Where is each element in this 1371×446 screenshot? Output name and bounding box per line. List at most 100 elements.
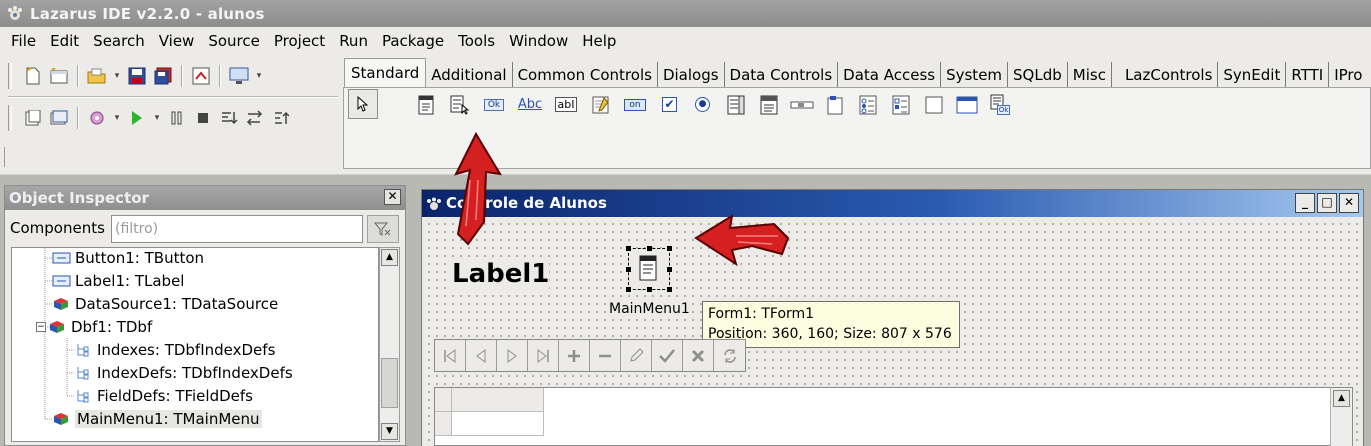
tab-additional[interactable]: Additional bbox=[426, 62, 513, 88]
tedit-icon[interactable]: abI bbox=[552, 92, 580, 117]
resize-handle[interactable] bbox=[626, 287, 631, 292]
resize-handle[interactable] bbox=[667, 267, 672, 272]
post-icon[interactable] bbox=[652, 340, 683, 371]
tab-common-controls[interactable]: Common Controls bbox=[513, 62, 658, 88]
tab-lazcontrols[interactable]: LazControls bbox=[1120, 62, 1219, 88]
clear-filter-icon[interactable] bbox=[367, 215, 399, 243]
tpanel-icon[interactable] bbox=[921, 92, 946, 117]
minimize-icon[interactable]: _ bbox=[1295, 193, 1315, 213]
chevron-down-icon[interactable]: ▾ bbox=[112, 113, 122, 123]
stop-icon[interactable] bbox=[192, 107, 214, 129]
run-icon[interactable] bbox=[126, 107, 148, 129]
form-design-surface[interactable]: Label1 MainMenu1 Form1: TForm1 Position:… bbox=[422, 217, 1363, 446]
resize-handle[interactable] bbox=[647, 287, 652, 292]
tree-item-datasource1[interactable]: DataSource1: TDataSource bbox=[52, 292, 278, 315]
label1-component[interactable]: Label1 bbox=[452, 259, 550, 289]
tree-scrollbar[interactable]: ▲ ▼ bbox=[379, 247, 400, 442]
tmemo-icon[interactable] bbox=[588, 92, 613, 117]
tree-item-indexdefs[interactable]: IndexDefs: TDbfIndexDefs bbox=[74, 361, 293, 384]
menu-window[interactable]: Window bbox=[502, 27, 575, 55]
mainmenu1-component[interactable] bbox=[626, 246, 672, 292]
tcheckgroup-icon[interactable] bbox=[888, 92, 913, 117]
view-units-icon[interactable] bbox=[22, 107, 44, 129]
step-over-icon[interactable] bbox=[244, 107, 266, 129]
delete-icon[interactable] bbox=[590, 340, 621, 371]
grid-data-cell[interactable] bbox=[452, 412, 544, 436]
resize-handle[interactable] bbox=[626, 267, 631, 272]
scroll-down-icon[interactable]: ▼ bbox=[381, 423, 398, 440]
tab-data-access[interactable]: Data Access bbox=[838, 62, 942, 88]
step-out-icon[interactable] bbox=[270, 107, 292, 129]
collapse-icon[interactable]: − bbox=[36, 321, 46, 332]
menu-edit[interactable]: Edit bbox=[43, 27, 86, 55]
chevron-down-icon[interactable]: ▾ bbox=[112, 71, 122, 81]
toolbar-grip[interactable] bbox=[8, 63, 12, 89]
menu-view[interactable]: View bbox=[152, 27, 202, 55]
tree-item-button1[interactable]: Button1: TButton bbox=[52, 248, 204, 269]
insert-icon[interactable] bbox=[559, 340, 590, 371]
menu-run[interactable]: Run bbox=[332, 27, 375, 55]
tab-system[interactable]: System bbox=[941, 62, 1009, 88]
object-inspector-title[interactable]: Object Inspector ✕ bbox=[5, 186, 405, 210]
menu-package[interactable]: Package bbox=[375, 27, 451, 55]
menu-search[interactable]: Search bbox=[86, 27, 152, 55]
form-title-bar[interactable]: Controle de Alunos _ □ ✕ bbox=[422, 190, 1363, 217]
menu-file[interactable]: File bbox=[4, 27, 43, 55]
cancel-icon[interactable] bbox=[683, 340, 714, 371]
pause-icon[interactable] bbox=[166, 107, 188, 129]
tab-synedit[interactable]: SynEdit bbox=[1218, 62, 1287, 88]
tbutton-icon[interactable]: Ok bbox=[480, 92, 508, 117]
scroll-up-icon[interactable]: ▲ bbox=[381, 249, 398, 266]
close-icon[interactable]: ✕ bbox=[1339, 193, 1359, 213]
chevron-down-icon[interactable]: ▾ bbox=[152, 113, 162, 123]
tab-standard[interactable]: Standard bbox=[344, 58, 427, 88]
tframe-icon[interactable] bbox=[954, 92, 979, 117]
step-into-icon[interactable] bbox=[218, 107, 240, 129]
view-forms-list-icon[interactable] bbox=[48, 107, 70, 129]
first-icon[interactable] bbox=[435, 340, 466, 371]
resize-handle[interactable] bbox=[667, 287, 672, 292]
resize-handle[interactable] bbox=[667, 246, 672, 251]
tactionlist-icon[interactable]: Ok bbox=[987, 92, 1012, 117]
next-icon[interactable] bbox=[497, 340, 528, 371]
close-icon[interactable]: ✕ bbox=[384, 189, 401, 205]
tab-rtti[interactable]: RTTI bbox=[1286, 62, 1330, 88]
tab-sqldb[interactable]: SQLdb bbox=[1008, 62, 1068, 88]
build-icon[interactable] bbox=[86, 107, 108, 129]
resize-handle[interactable] bbox=[626, 246, 631, 251]
maximize-icon[interactable]: □ bbox=[1317, 193, 1337, 213]
open-icon[interactable] bbox=[86, 65, 108, 87]
ttogglebox-icon[interactable]: on bbox=[621, 92, 649, 117]
toolbar-grip[interactable] bbox=[8, 105, 12, 131]
refresh-icon[interactable] bbox=[714, 340, 745, 371]
tscrollbar-icon[interactable] bbox=[789, 92, 814, 117]
grid-scrollbar[interactable]: ▲ bbox=[1330, 388, 1352, 446]
resize-handle[interactable] bbox=[647, 246, 652, 251]
tab-data-controls[interactable]: Data Controls bbox=[725, 62, 839, 88]
tcombobox-icon[interactable] bbox=[756, 92, 781, 117]
tab-dialogs[interactable]: Dialogs bbox=[658, 62, 725, 88]
tab-misc[interactable]: Misc bbox=[1068, 62, 1112, 88]
tree-item-dbf1[interactable]: − Dbf1: TDbf bbox=[36, 315, 152, 338]
tree-item-mainmenu1[interactable]: MainMenu1: TMainMenu bbox=[52, 407, 262, 430]
selection-tool-icon[interactable] bbox=[348, 89, 378, 119]
scroll-thumb[interactable] bbox=[381, 358, 398, 408]
tradiogroup-icon[interactable] bbox=[855, 92, 880, 117]
tree-item-fielddefs[interactable]: FieldDefs: TFieldDefs bbox=[74, 384, 253, 407]
tpopupmenu-icon[interactable] bbox=[447, 92, 472, 117]
save-all-icon[interactable] bbox=[152, 65, 174, 87]
tgroupbox-icon[interactable] bbox=[822, 92, 847, 117]
chevron-down-icon[interactable]: ▾ bbox=[254, 71, 264, 81]
tlistbox-icon[interactable] bbox=[723, 92, 748, 117]
tree-item-label1[interactable]: Label1: TLabel bbox=[52, 269, 184, 292]
tcheckbox-icon[interactable]: ✔ bbox=[657, 92, 682, 117]
view-forms-icon[interactable] bbox=[228, 65, 250, 87]
menu-source[interactable]: Source bbox=[201, 27, 267, 55]
new-unit-icon[interactable] bbox=[22, 65, 44, 87]
edit-icon[interactable] bbox=[621, 340, 652, 371]
last-icon[interactable] bbox=[528, 340, 559, 371]
tree-item-indexes[interactable]: Indexes: TDbfIndexDefs bbox=[74, 338, 275, 361]
db-grid[interactable]: ▲ bbox=[434, 387, 1353, 446]
tradiobutton-icon[interactable]: ● bbox=[690, 92, 715, 117]
toggle-form-unit-icon[interactable] bbox=[190, 65, 212, 87]
